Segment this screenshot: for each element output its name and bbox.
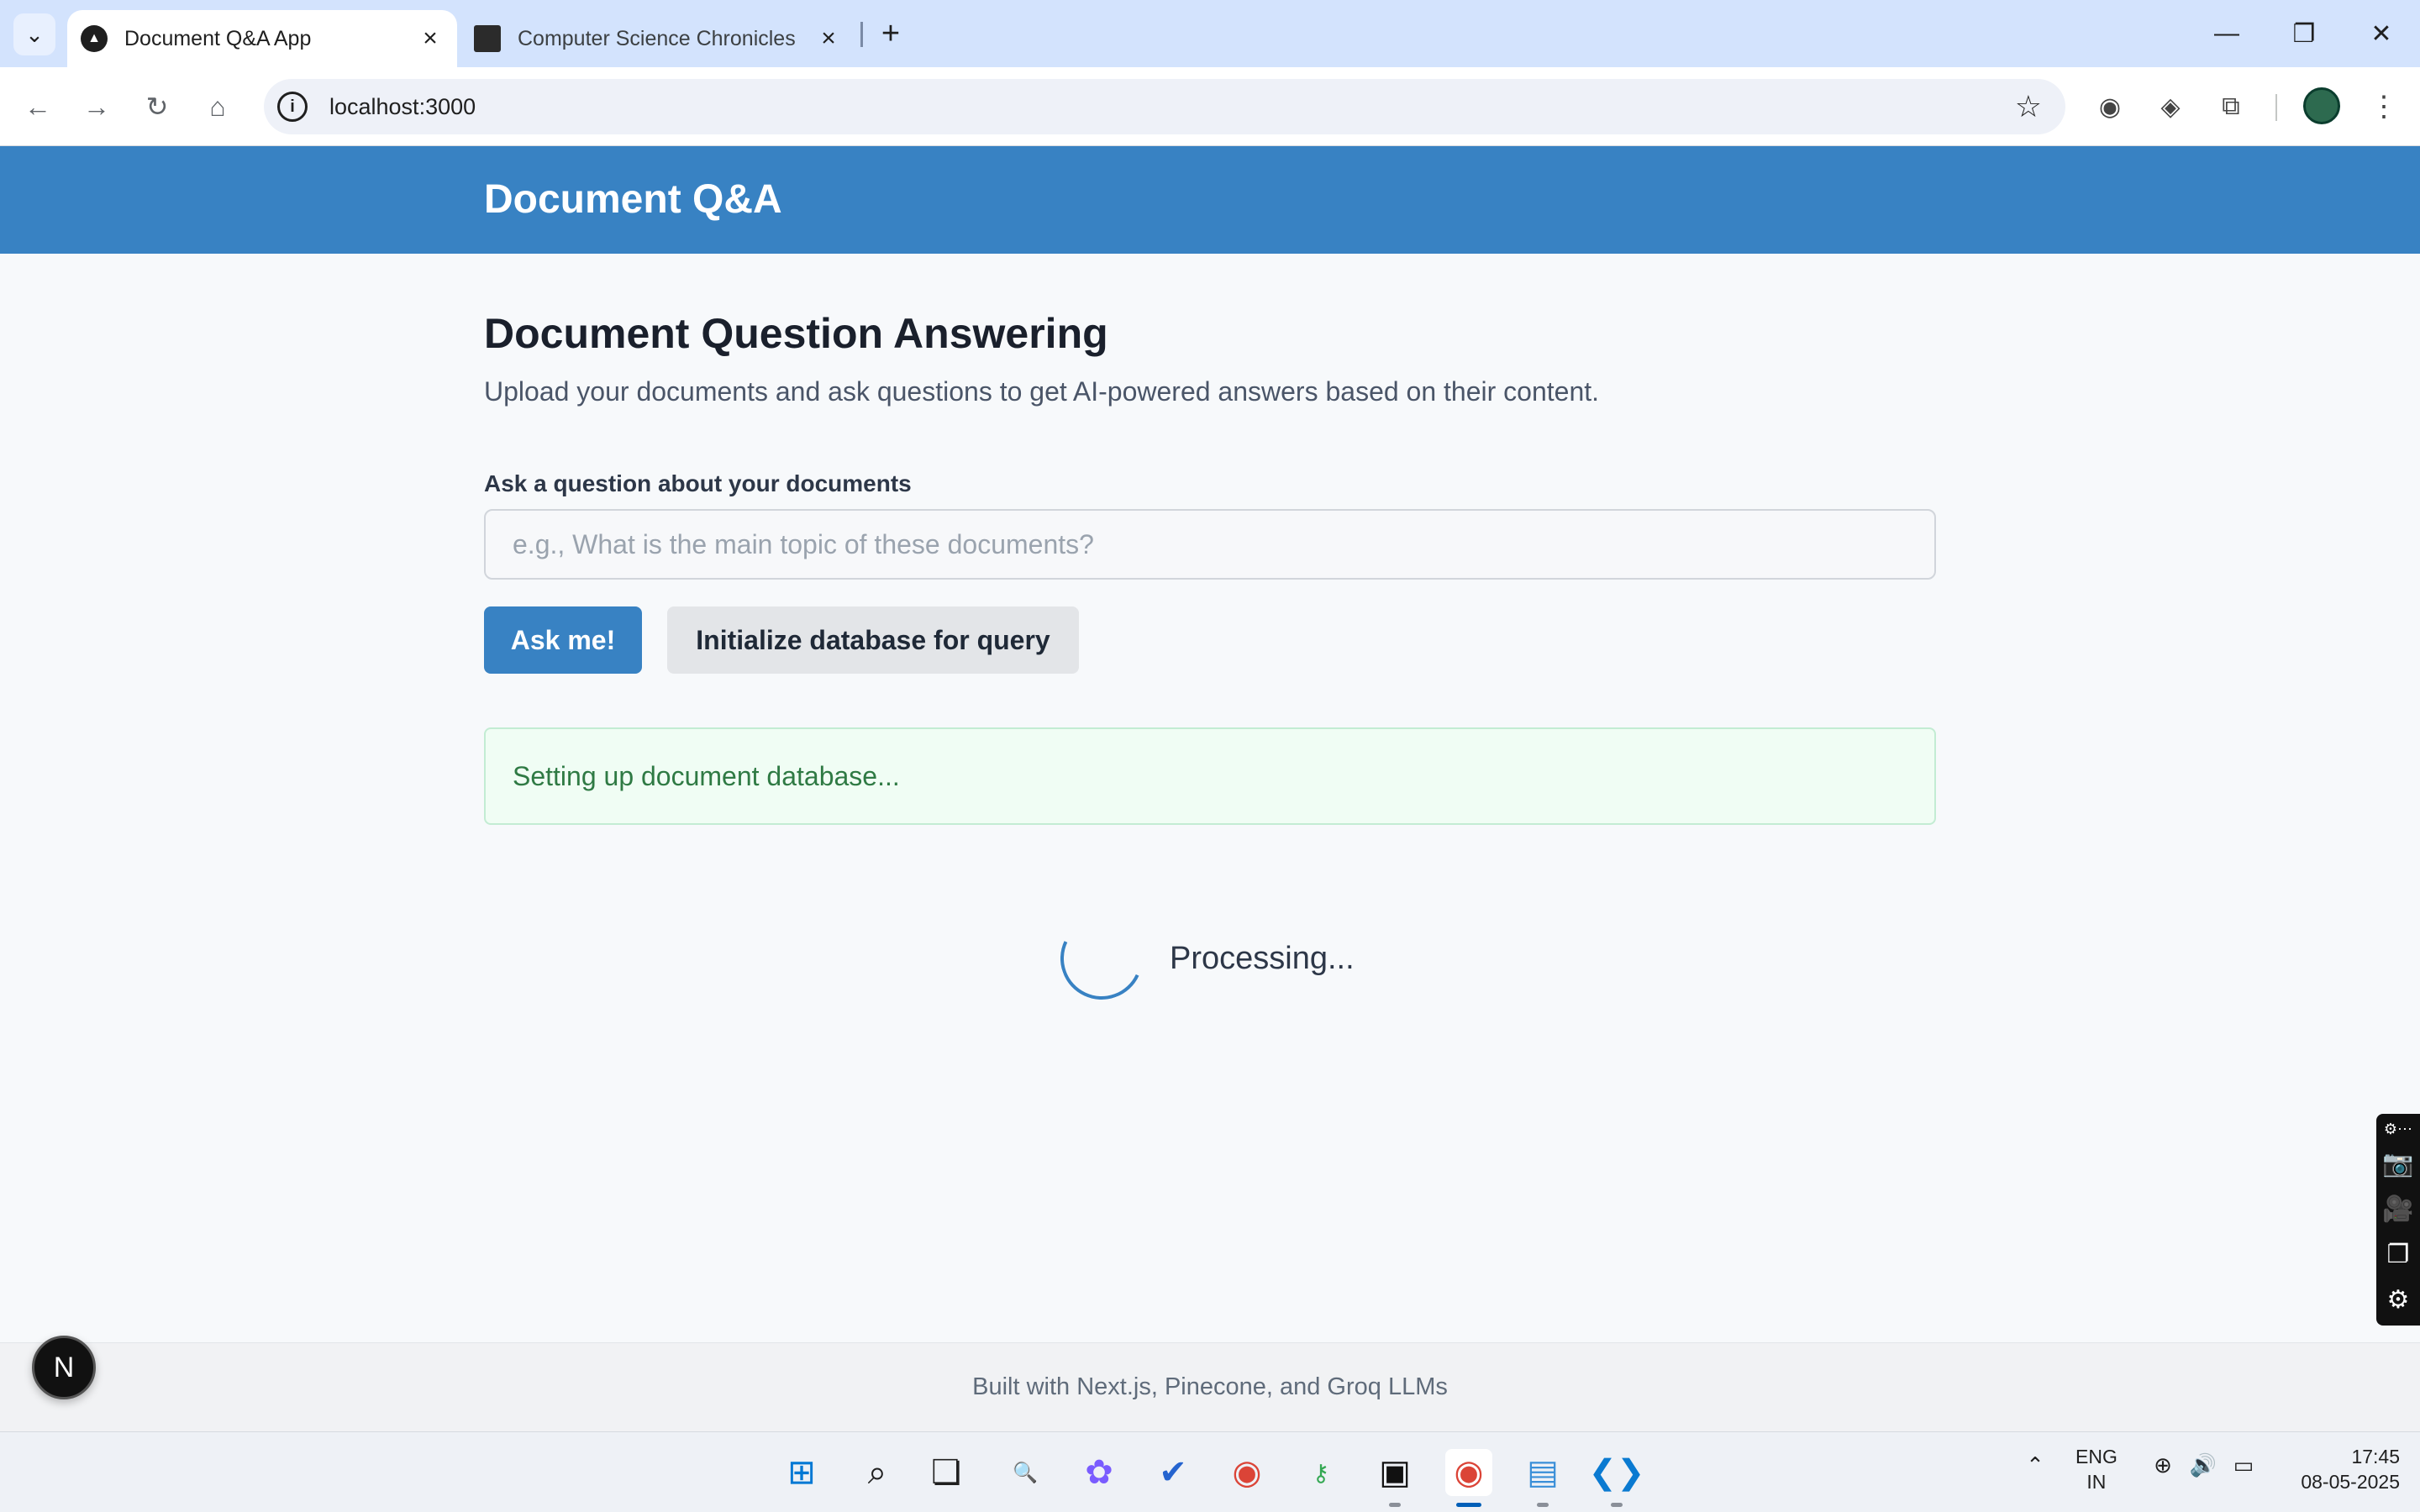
minimize-button[interactable]: — [2193,8,2260,59]
copilot-icon[interactable]: ✿ [1076,1449,1123,1496]
tab-divider [860,22,863,47]
url-text[interactable]: localhost:3000 [329,94,476,120]
chevron-down-icon: ⌄ [25,21,44,47]
windows-start-icon[interactable]: ⊞ [778,1449,825,1496]
capture-options-icon[interactable]: ⚙⋯ [2376,1117,2420,1141]
tab-search-menu-button[interactable]: ⌄ [13,13,55,55]
vscode-icon[interactable]: ❮❯ [1588,1449,1644,1496]
loading-spinner-icon [1049,906,1155,1011]
task-view-icon[interactable]: ❏ [923,1449,970,1496]
initialize-database-button[interactable]: Initialize database for query [667,606,1079,674]
app-brand[interactable]: Document Q&A [484,176,782,223]
chrome-icon[interactable]: ◉ [1223,1449,1270,1496]
restore-icon: ❐ [2292,19,2316,48]
forward-button[interactable]: → [76,86,118,128]
window-capture-icon[interactable]: ❐ [2376,1231,2420,1277]
camera-icon[interactable]: 📷 [2376,1141,2420,1186]
clock-time: 17:45 [2351,1446,2400,1467]
tab-title: Document Q&A App [124,26,312,50]
bookmark-star-icon[interactable]: ☆ [2015,89,2042,124]
status-message: Setting up document database... [484,727,1936,825]
video-camera-icon[interactable]: 🎥 [2376,1186,2420,1231]
close-icon[interactable]: × [812,22,845,55]
nextjs-dev-indicator-icon[interactable]: N [32,1336,96,1399]
language-code: ENG [2075,1446,2118,1467]
ask-button[interactable]: Ask me! [484,606,642,674]
chevron-up-icon[interactable]: ⌃ [2018,1452,2052,1478]
battery-icon[interactable]: ▭ [2227,1452,2260,1478]
page-subtitle: Upload your documents and ask questions … [484,376,1600,407]
taskbar-running-indicator [1611,1503,1623,1507]
page-footer: Built with Next.js, Pinecone, and Groq L… [0,1342,2420,1431]
minimize-icon: — [2214,19,2239,47]
network-globe-icon[interactable]: ⊕ [2146,1452,2180,1478]
search-icon[interactable]: ⌕ [854,1449,901,1496]
question-label: Ask a question about your documents [484,470,912,496]
close-window-button[interactable]: ✕ [2348,8,2415,59]
new-tab-button[interactable]: + [872,15,909,52]
password-key-icon[interactable]: ⚷ [1297,1449,1344,1496]
notepad-icon[interactable]: ▤ [1519,1449,1566,1496]
dark-thumbnail-icon [474,25,501,52]
tab-document-qa-app[interactable]: ▲ Document Q&A App × [67,10,457,67]
page-title: Document Question Answering [484,310,1108,357]
extension-avatar-icon[interactable]: ◉ [2089,86,2131,128]
home-button[interactable]: ⌂ [197,86,239,128]
browser-tab-bar: ⌄ ▲ Document Q&A App × Computer Science … [0,0,2420,67]
chrome-profile-icon[interactable]: ◉ [1445,1449,1492,1496]
volume-icon[interactable]: 🔊 [2186,1452,2220,1478]
arrow-right-icon: → [83,91,110,122]
processing-text: Processing... [1170,941,1355,976]
clock-date: 08-05-2025 [2301,1471,2400,1493]
windows-taskbar: ⊞ ⌕ ❏ 🔍 ✿ ✔ ◉ ⚷ ▣ ◉ ▤ ❮❯ ⌃ ENG IN ⊕ 🔊 ▭ … [0,1431,2420,1512]
settings-gear-icon[interactable]: ⚙ [2376,1277,2420,1322]
restore-button[interactable]: ❐ [2270,8,2338,59]
tab-title: Computer Science Chronicles [518,26,796,50]
reload-button[interactable]: ↻ [136,86,178,128]
search-widget-icon[interactable]: 🔍 [1002,1449,1049,1496]
extensions-puzzle-icon[interactable]: ⧉ [2210,86,2252,128]
language-indicator[interactable]: ENG IN [2075,1444,2118,1494]
capture-toolbar: ⚙⋯ 📷 🎥 ❐ ⚙ [2376,1114,2420,1326]
site-info-icon[interactable]: i [277,92,308,122]
home-icon: ⌂ [209,91,226,122]
taskbar-running-indicator [1389,1503,1401,1507]
footer-text: Built with Next.js, Pinecone, and Groq L… [972,1373,1448,1400]
close-icon[interactable]: × [413,22,447,55]
app-header: Document Q&A [0,146,2420,254]
taskbar-active-indicator [1456,1503,1481,1507]
triangle-logo-icon: ▲ [81,25,108,52]
question-input[interactable] [484,509,1936,580]
arrow-left-icon: ← [24,91,51,122]
taskbar-running-indicator [1537,1503,1549,1507]
more-menu-icon[interactable]: ⋮ [2363,86,2405,128]
system-clock[interactable]: 17:45 08-05-2025 [2282,1444,2400,1494]
todo-checkmark-icon[interactable]: ✔ [1150,1449,1197,1496]
reload-icon: ↻ [145,92,169,122]
region-code: IN [2086,1471,2107,1493]
address-bar[interactable]: i localhost:3000 ☆ [264,79,2065,134]
profile-avatar[interactable] [2303,87,2340,124]
terminal-app-icon[interactable]: ▣ [1371,1449,1418,1496]
browser-toolbar: ← → ↻ ⌂ i localhost:3000 ☆ ◉ ◈ ⧉ ⋮ [0,67,2420,146]
back-button[interactable]: ← [17,86,59,128]
extension-eraser-icon[interactable]: ◈ [2149,86,2191,128]
tab-computer-science-chronicles[interactable]: Computer Science Chronicles × [460,10,855,67]
toolbar-divider [2275,94,2277,121]
plus-icon: + [881,15,901,51]
close-icon: ✕ [2370,19,2392,48]
